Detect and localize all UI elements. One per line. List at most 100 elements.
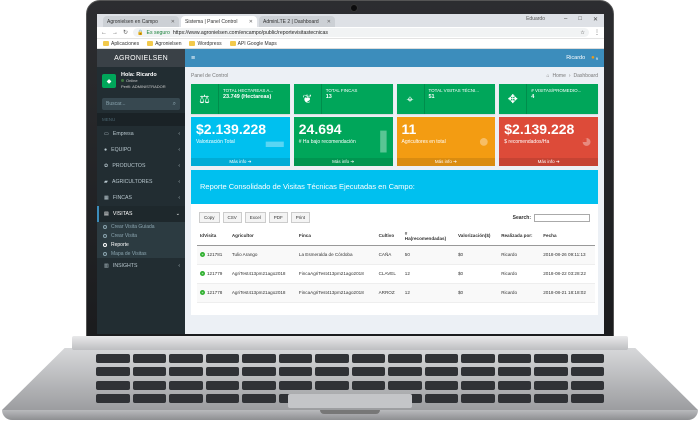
minimize-icon[interactable]: – xyxy=(564,16,567,23)
breadcrumb-home[interactable]: Home xyxy=(553,73,566,79)
chevron-left-icon: ‹ xyxy=(178,163,180,169)
reload-icon[interactable]: ↻ xyxy=(123,29,128,36)
sidebar-item-empresa[interactable]: ▭ Empresa ‹ xyxy=(97,126,185,142)
map-icon: ▦ xyxy=(104,195,109,201)
more-info-link[interactable]: Más info ➔ xyxy=(191,158,290,166)
browser-tab-bar: Agronielsen en Campo ✕ Sistema | Panel Co… xyxy=(97,14,604,27)
sidebar-item-agricultores[interactable]: ▰ AGRICULTORES ‹ xyxy=(97,174,185,190)
browser-tab[interactable]: Agronielsen en Campo ✕ xyxy=(103,16,179,27)
submenu-item-mapa-de-visitas[interactable]: Mapa de Visitas xyxy=(97,249,185,258)
navbar-user[interactable]: Ricardo xyxy=(566,55,585,61)
print-button[interactable]: Print xyxy=(290,212,311,223)
chevron-left-icon: ‹ xyxy=(178,195,180,201)
column-header[interactable]: Cultivo xyxy=(375,227,402,246)
close-icon[interactable]: ✕ xyxy=(171,19,175,25)
column-header[interactable]: Finca xyxy=(295,227,376,246)
bookmark[interactable]: Agronielsen xyxy=(147,41,181,47)
submenu-label: Crear Visita Guiada xyxy=(111,223,155,230)
submenu-item-reporte[interactable]: Reporte xyxy=(97,240,185,249)
keyboard-key xyxy=(132,367,166,377)
column-header[interactable]: Realizada por: xyxy=(498,227,541,246)
bookmark[interactable]: Aplicaciones xyxy=(103,41,139,47)
sidebar-item-visitas[interactable]: ▤ VISITAS ⌄ xyxy=(97,206,185,222)
more-info-link[interactable]: Más info ➔ xyxy=(293,158,393,166)
close-window-icon[interactable]: ✕ xyxy=(593,16,598,23)
clipboard-icon: ▤ xyxy=(104,211,109,217)
sidebar-search[interactable]: Buscar... ⌕ xyxy=(102,98,180,110)
maximize-icon[interactable]: □ xyxy=(578,16,582,23)
expand-row-icon[interactable]: + xyxy=(200,271,205,276)
sidebar-item-productos[interactable]: ✿ PRODUCTOS ‹ xyxy=(97,158,185,174)
keyboard-key xyxy=(132,393,166,403)
main-content: Panel de Control ⌂ Home › Dashboard ⚖ TO… xyxy=(185,67,604,334)
sidebar-item-label: VISITAS xyxy=(112,211,133,217)
sidebar-item-fincas[interactable]: ▦ FINCAS ‹ xyxy=(97,190,185,206)
leaf-icon: ❦ xyxy=(293,84,322,114)
profile-name[interactable]: Eduardo xyxy=(526,16,545,23)
forward-icon[interactable]: → xyxy=(112,30,118,36)
hamburger-icon[interactable]: ≡ xyxy=(191,55,195,62)
keyboard-key xyxy=(278,367,312,377)
bookmark[interactable]: API Google Maps xyxy=(229,41,277,47)
column-header[interactable]: # Ha(recomendadas) xyxy=(401,227,455,246)
column-header[interactable]: Fecha xyxy=(540,227,595,246)
menu-dots-icon[interactable]: ⋮ xyxy=(594,29,600,36)
column-header[interactable]: IdVisita xyxy=(197,227,229,246)
table-row[interactable]: +121778 AgriTest413pm21ago2018 FincaAgri… xyxy=(197,283,595,303)
avatar: ◆ xyxy=(102,74,116,88)
keyboard-key xyxy=(169,393,203,403)
keyboard-key xyxy=(534,393,568,403)
users-icon: ● xyxy=(104,147,108,153)
sidebar: AGRONIELSEN ◆ Hola: Ricardo Online Perfi… xyxy=(97,49,185,334)
close-icon[interactable]: ✕ xyxy=(327,19,331,25)
notification-bell-icon[interactable]: ● xyxy=(591,55,595,61)
laptop-base xyxy=(2,336,698,426)
more-info-link[interactable]: Más info ➔ xyxy=(499,158,598,166)
apps-icon xyxy=(103,41,109,46)
close-icon[interactable]: ✕ xyxy=(249,19,253,25)
url-field[interactable]: 🔒 Es seguro https://www.agronielsen.com/… xyxy=(133,28,589,37)
small-box: $2.139.228 $ recomendados/Ha ◕ Más info … xyxy=(499,117,598,166)
expand-row-icon[interactable]: + xyxy=(200,290,205,295)
browser-tab[interactable]: AdminLTE 2 | Dashboard ✕ xyxy=(259,16,335,27)
cell-hectareas: 12 xyxy=(401,283,455,303)
back-icon[interactable]: ← xyxy=(101,30,107,36)
submenu-item-crear-visita-guiada[interactable]: Crear Visita Guiada xyxy=(97,222,185,231)
page-title: Panel de Control xyxy=(191,73,229,79)
excel-button[interactable]: Excel xyxy=(244,212,266,223)
expand-row-icon[interactable]: + xyxy=(200,252,205,257)
arrow-circle-right-icon: ➔ xyxy=(247,159,252,164)
bookmark-label: Wordpress xyxy=(197,40,222,47)
keyboard-key xyxy=(132,380,166,390)
tab-label: AdminLTE 2 | Dashboard xyxy=(263,18,319,25)
sidebar-item-equipo[interactable]: ● EQUIPO ‹ xyxy=(97,142,185,158)
keyboard-key xyxy=(315,380,349,390)
star-icon[interactable]: ☆ xyxy=(580,30,585,36)
cell-agricultor: Tulio Arango xyxy=(228,245,296,265)
keyboard-key xyxy=(570,367,604,377)
sidebar-item-insights[interactable]: ▥ INSIGHTS ‹ xyxy=(97,258,185,274)
column-header[interactable]: Valorización($) xyxy=(455,227,499,246)
keyboard-key xyxy=(388,354,422,363)
more-info-link[interactable]: Más info ➔ xyxy=(396,158,496,166)
sidebar-item-label: INSIGHTS xyxy=(112,263,138,269)
hinge xyxy=(72,336,628,350)
browser-tab-active[interactable]: Sistema | Panel Control ✕ xyxy=(181,16,257,27)
app-logo[interactable]: AGRONIELSEN xyxy=(97,49,185,67)
breadcrumb: Panel de Control ⌂ Home › Dashboard xyxy=(191,71,598,81)
column-header[interactable]: Agricultor xyxy=(228,227,296,246)
csv-button[interactable]: CSV xyxy=(222,212,242,223)
table-row[interactable]: +121779 AgriTest413pm21ago2018 FincaAgri… xyxy=(197,264,595,284)
submenu-item-crear-visita[interactable]: Crear Visita xyxy=(97,231,185,240)
cell-hectareas: 12 xyxy=(401,264,455,284)
small-box: 11 Agricultores en total ● Más info ➔ xyxy=(396,117,496,166)
search-icon[interactable]: ⌕ xyxy=(173,101,176,108)
online-dot-icon xyxy=(121,79,124,82)
pdf-button[interactable]: PDF xyxy=(268,212,288,223)
cell-fecha: 2018-08-26 09:11:13 xyxy=(540,245,595,265)
search-input[interactable] xyxy=(534,213,590,222)
table-row[interactable]: +121781 Tulio Arango La Esmeralda de Cór… xyxy=(197,245,595,265)
copy-button[interactable]: Copy xyxy=(199,212,220,223)
keyboard-key xyxy=(278,380,312,390)
bookmark[interactable]: Wordpress xyxy=(189,40,222,47)
